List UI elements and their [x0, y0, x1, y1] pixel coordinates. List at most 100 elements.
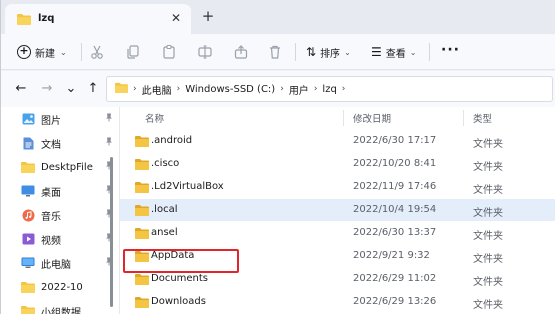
address-bar[interactable]: › 此电脑 › Windows-SSD (C:) › 用户 › lzq ›	[106, 76, 553, 102]
file-type: 文件夹	[473, 231, 503, 242]
folder-icon	[21, 304, 35, 314]
forward-button[interactable]: →	[39, 80, 55, 98]
share-icon[interactable]	[233, 44, 249, 60]
column-header-type[interactable]: 类型	[473, 107, 492, 129]
sidebar-item-label: DesktpFile	[41, 161, 93, 173]
more-options-button[interactable]: ···	[441, 42, 460, 58]
copy-icon[interactable]	[125, 44, 141, 60]
file-type: 文件夹	[473, 162, 503, 173]
new-tab-button[interactable]: +	[201, 9, 215, 24]
sidebar-item-videos[interactable]: 视频	[21, 229, 113, 249]
chevron-right-icon[interactable]: ›	[342, 84, 346, 94]
file-name: .android	[151, 135, 193, 146]
pictures-icon	[21, 112, 35, 126]
breadcrumb-drive[interactable]: Windows-SSD (C:)	[185, 84, 275, 95]
videos-icon	[21, 232, 35, 246]
chevron-right-icon[interactable]: ›	[280, 84, 284, 94]
sort-label: 排序	[320, 48, 341, 60]
file-name: .Ld2VirtualBox	[151, 181, 224, 192]
file-type: 文件夹	[473, 300, 503, 311]
sidebar-item-label: 此电脑	[41, 259, 71, 271]
chevron-down-icon: ⌄	[409, 47, 417, 57]
file-name: Downloads	[151, 296, 206, 307]
file-name: .local	[151, 204, 178, 215]
sidebar-item-this-pc[interactable]: 此电脑	[21, 253, 113, 273]
sidebar-item-music[interactable]: 音乐	[21, 205, 113, 225]
recent-locations-button[interactable]: ⌄	[63, 80, 79, 98]
file-date: 2022/10/4 19:54	[353, 204, 437, 215]
column-divider[interactable]	[463, 110, 464, 126]
plus-icon: +	[17, 45, 31, 59]
close-tab-icon[interactable]: ✕	[169, 11, 183, 25]
file-type: 文件夹	[473, 277, 503, 288]
sidebar-item-label: 2022-10	[41, 281, 83, 293]
sort-icon: ⇅	[306, 45, 317, 59]
file-date: 2022/6/29 13:26	[353, 296, 437, 307]
sidebar-item-group-data[interactable]: 小组数据	[21, 301, 113, 314]
new-label: 新建	[35, 48, 55, 60]
breadcrumb-lzq[interactable]: lzq	[322, 84, 336, 95]
sidebar-item-label: 小组数据	[41, 307, 81, 314]
chevron-right-icon[interactable]: ›	[314, 84, 318, 94]
file-name: ansel	[151, 227, 178, 238]
sidebar-item-label: 图片	[41, 115, 61, 127]
sidebar-item-desktopfile[interactable]: DesktpFile	[21, 157, 113, 177]
folder-icon	[135, 158, 149, 173]
content-area: 图片文档 DesktpFile 桌面音乐视频此电脑 2022-10 小组数据 名称 修改…	[1, 107, 555, 314]
view-label: 查看	[385, 48, 406, 60]
table-row[interactable]: .Ld2VirtualBox 2022/11/9 17:46 文件夹	[120, 176, 555, 198]
tab-lzq[interactable]: lzq ✕	[5, 4, 191, 34]
pin-icon	[103, 113, 113, 125]
sidebar-scrollbar[interactable]	[110, 157, 113, 307]
sidebar-item-desktop[interactable]: 桌面	[21, 181, 113, 201]
folder-icon	[135, 296, 149, 311]
sidebar-item-label: 文档	[41, 139, 61, 151]
file-date: 2022/6/30 17:17	[353, 135, 437, 146]
column-divider[interactable]	[343, 110, 344, 126]
table-row[interactable]: Downloads 2022/6/29 13:26 文件夹	[120, 291, 555, 313]
paste-icon[interactable]	[161, 44, 177, 60]
rename-icon[interactable]	[197, 44, 213, 60]
chevron-right-icon[interactable]: ›	[177, 84, 181, 94]
table-row[interactable]: .local 2022/10/4 19:54 文件夹	[120, 199, 555, 221]
sidebar-item-label: 音乐	[41, 211, 61, 223]
folder-icon	[135, 204, 149, 219]
delete-icon[interactable]	[267, 44, 283, 60]
desktop-icon	[21, 184, 35, 198]
file-date: 2022/10/20 8:41	[353, 158, 437, 169]
table-row[interactable]: .cisco 2022/10/20 8:41 文件夹	[120, 153, 555, 175]
cut-icon[interactable]	[89, 44, 105, 60]
folder-icon	[21, 280, 35, 294]
folder-icon	[115, 82, 128, 96]
navigation-bar: ← → ⌄ ↑ › 此电脑 › Windows-SSD (C:) › 用户 › …	[1, 71, 555, 107]
view-icon: ☰	[371, 45, 382, 59]
file-type: 文件夹	[473, 139, 503, 150]
sort-button[interactable]: ⇅ 排序 ⌄	[306, 43, 351, 61]
file-name: Documents	[151, 273, 209, 284]
tab-strip: lzq ✕ +	[1, 0, 555, 34]
file-date: 2022/6/29 11:02	[353, 273, 437, 284]
column-header-name[interactable]: 名称	[145, 107, 164, 129]
toolbar-divider	[81, 43, 82, 61]
new-button[interactable]: + 新建 ⌄	[17, 42, 67, 62]
file-type: 文件夹	[473, 185, 503, 196]
sidebar-item-pictures[interactable]: 图片	[21, 109, 113, 129]
column-header-date[interactable]: 修改日期	[353, 107, 391, 129]
breadcrumb-this-pc[interactable]: 此电脑	[142, 82, 172, 97]
up-button[interactable]: ↑	[85, 80, 101, 98]
sidebar-item-label: 视频	[41, 235, 61, 247]
breadcrumb-users[interactable]: 用户	[289, 82, 309, 97]
view-button[interactable]: ☰ 查看 ⌄	[371, 43, 416, 61]
file-type: 文件夹	[473, 254, 503, 265]
sidebar-item-documents[interactable]: 文档	[21, 133, 113, 153]
back-button[interactable]: ←	[13, 80, 29, 98]
toolbar-divider	[429, 43, 430, 61]
table-row[interactable]: ansel 2022/6/30 13:37 文件夹	[120, 222, 555, 244]
file-date: 2022/11/9 17:46	[353, 181, 437, 192]
table-row[interactable]: .android 2022/6/30 17:17 文件夹	[120, 130, 555, 152]
navigation-pane: 图片文档 DesktpFile 桌面音乐视频此电脑 2022-10 小组数据	[1, 107, 119, 314]
sidebar-item-2022-10[interactable]: 2022-10	[21, 277, 113, 297]
file-type: 文件夹	[473, 208, 503, 219]
chevron-right-icon[interactable]: ›	[133, 84, 137, 94]
chevron-down-icon: ⌄	[344, 47, 351, 57]
